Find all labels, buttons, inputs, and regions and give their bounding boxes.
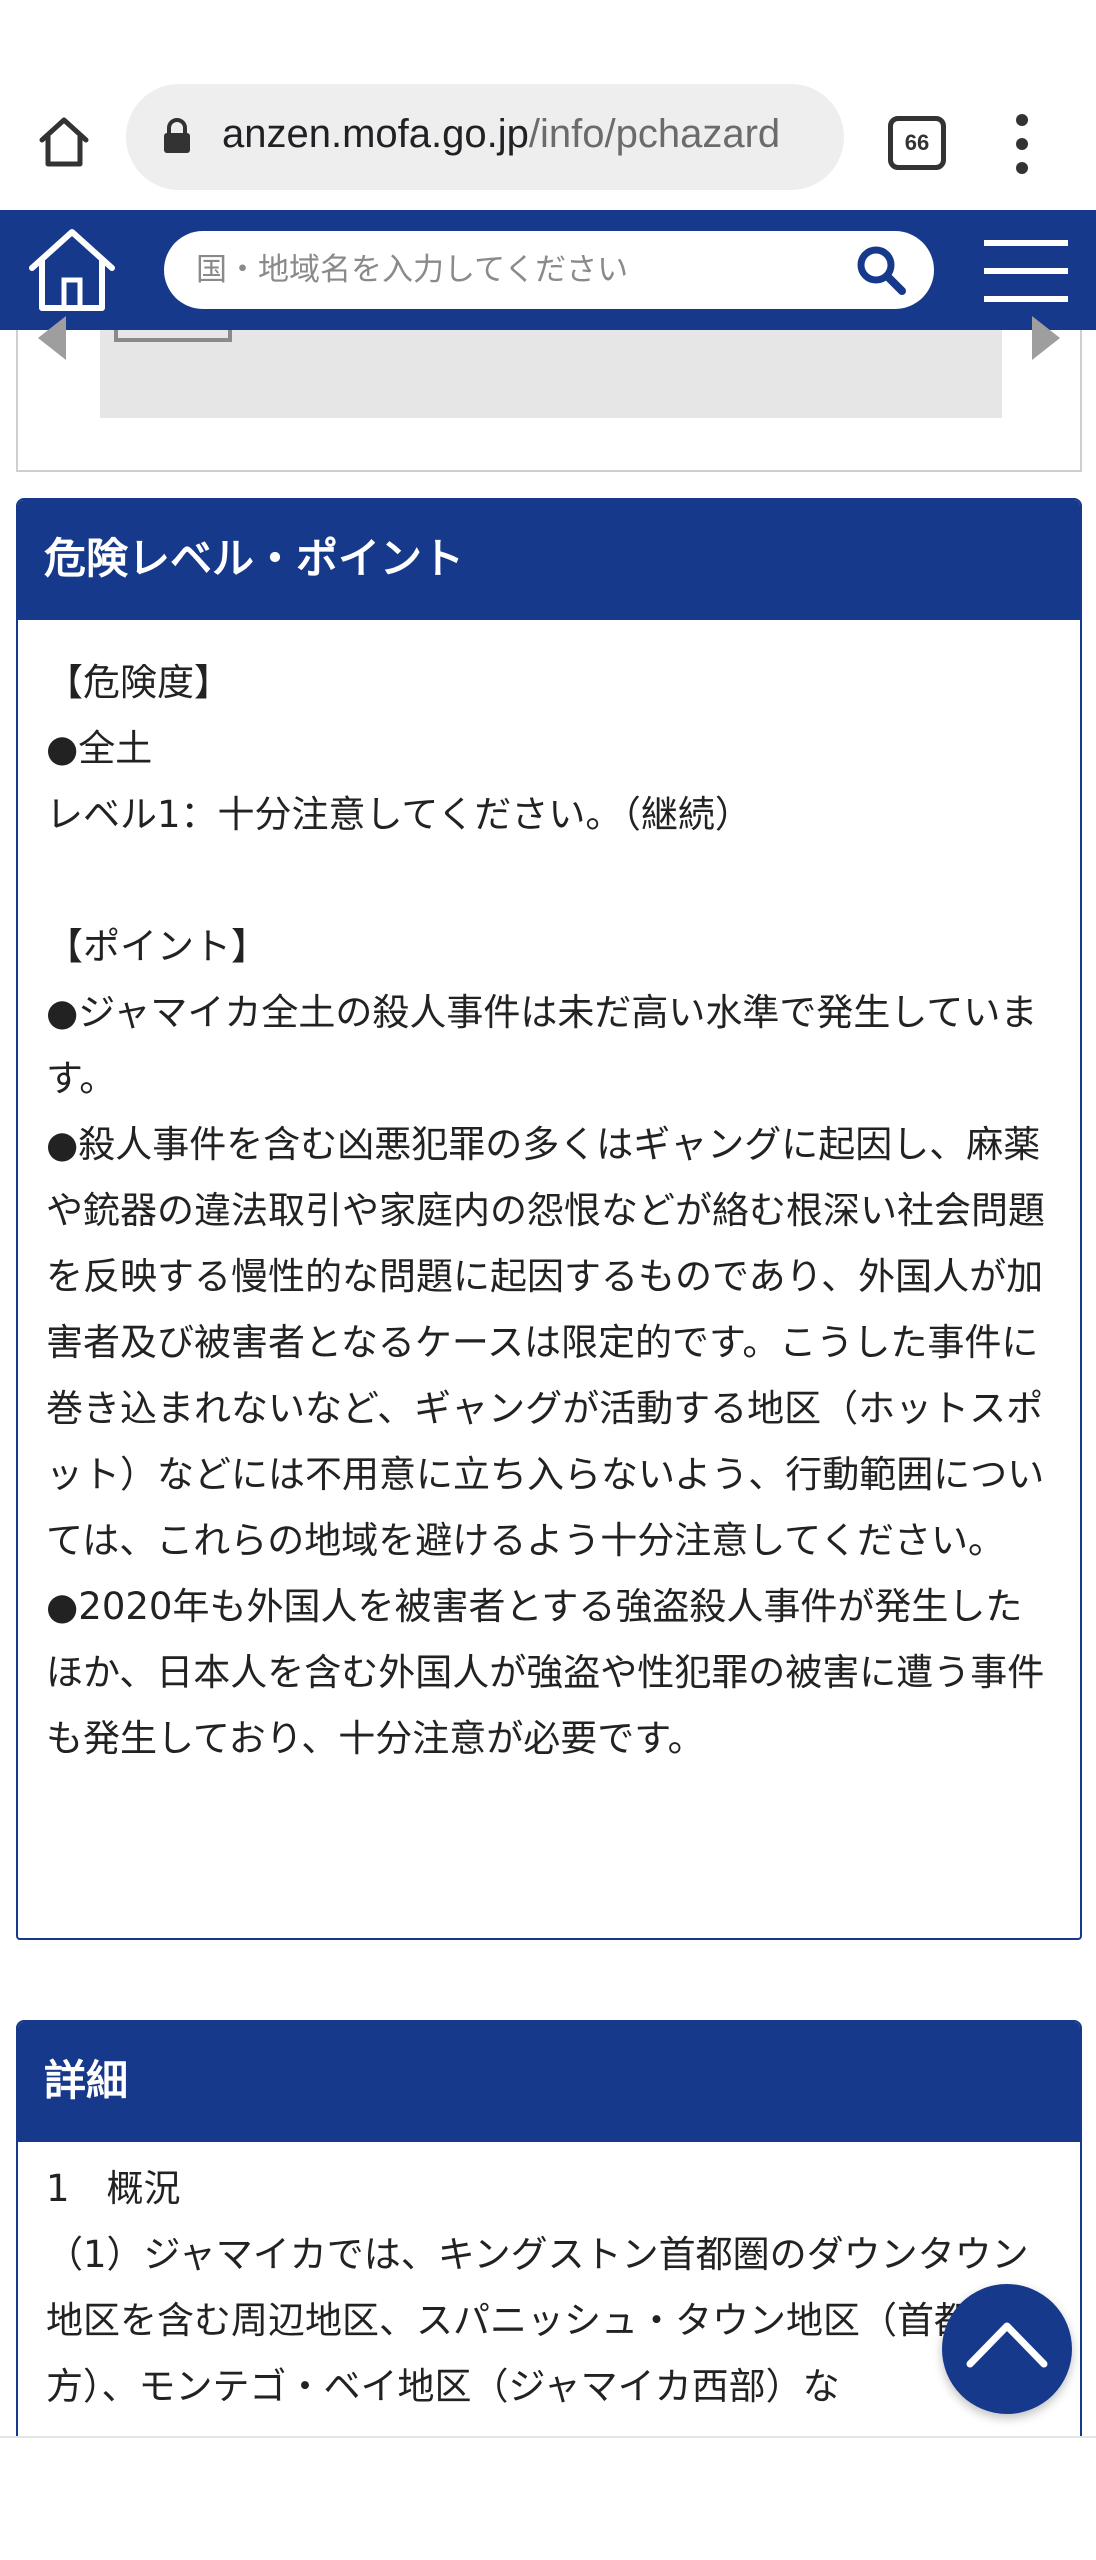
- dot-icon: [1016, 162, 1028, 174]
- details-heading: 1 概況: [46, 2167, 181, 2210]
- tab-count: 66: [904, 130, 930, 155]
- browser-menu-button[interactable]: [1002, 112, 1042, 176]
- bottom-bar: [0, 2436, 1096, 2560]
- menu-bar-icon: [984, 268, 1068, 274]
- risk-paragraph: 【ポイント】: [46, 925, 268, 968]
- browser-toolbar: anzen.mofa.go.jp/info/pchazard 66: [0, 82, 1096, 210]
- risk-paragraph: ●全土: [46, 727, 153, 770]
- risk-level-panel: 危険レベル・ポイント 【危険度】 ●全土 レベル1：十分注意してください。（継続…: [16, 498, 1082, 1940]
- carousel-next-icon[interactable]: [1032, 316, 1060, 360]
- menu-button[interactable]: [984, 240, 1068, 302]
- site-home-button[interactable]: [26, 224, 118, 316]
- home-icon: [29, 229, 115, 311]
- country-search-input[interactable]: [196, 245, 816, 295]
- risk-paragraph: レベル1：十分注意してください。（継続）: [46, 793, 752, 836]
- address-bar[interactable]: anzen.mofa.go.jp/info/pchazard: [126, 84, 844, 190]
- risk-paragraph: ●殺人事件を含む凶悪犯罪の多くはギャングに起因し、麻薬や銃器の違法取引や家庭内の…: [46, 1123, 1045, 1562]
- carousel-image: [100, 330, 1002, 418]
- menu-bar-icon: [984, 296, 1068, 302]
- dot-icon: [1016, 114, 1028, 126]
- lock-icon: [164, 118, 190, 153]
- menu-bar-icon: [984, 240, 1068, 246]
- carousel-prev-icon[interactable]: [38, 316, 66, 360]
- details-title: 詳細: [18, 2022, 1080, 2142]
- url-text: anzen.mofa.go.jp/info/pchazard: [222, 112, 822, 157]
- risk-paragraph: ●ジャマイカ全土の殺人事件は未だ高い水準で発生しています。: [46, 991, 1038, 1100]
- chevron-up-icon: [966, 2322, 1048, 2368]
- carousel-thumbnail[interactable]: [114, 330, 232, 342]
- image-carousel: [16, 316, 1082, 472]
- details-body: 1 概況 （1）ジャマイカでは、キングストン首都圏のダウンタウン地区を含む周辺地…: [18, 2142, 1080, 2420]
- country-search[interactable]: [164, 231, 934, 309]
- details-text: （1）ジャマイカでは、キングストン首都圏のダウンタウン地区を含む周辺地区、スパニ…: [46, 2233, 1045, 2408]
- url-host: anzen.mofa.go.jp: [222, 112, 529, 156]
- url-path: /info/pchazard: [528, 112, 781, 156]
- back-to-top-button[interactable]: [942, 2284, 1072, 2414]
- status-bar: [0, 0, 1096, 82]
- risk-paragraph: ●2020年も外国人を被害者とする強盗殺人事件が発生したほか、日本人を含む外国人…: [46, 1585, 1045, 1760]
- browser-home-button[interactable]: [28, 106, 100, 178]
- site-header: [0, 210, 1096, 330]
- search-icon[interactable]: [852, 241, 910, 299]
- home-icon: [39, 117, 89, 167]
- risk-paragraph: [46, 848, 1054, 914]
- risk-level-body: 【危険度】 ●全土 レベル1：十分注意してください。（継続） 【ポイント】 ●ジ…: [18, 620, 1080, 1772]
- tab-switcher-button[interactable]: 66: [888, 116, 946, 170]
- details-panel: 詳細 1 概況 （1）ジャマイカでは、キングストン首都圏のダウンタウン地区を含む…: [16, 2020, 1082, 2440]
- dot-icon: [1016, 138, 1028, 150]
- risk-level-title: 危険レベル・ポイント: [18, 500, 1080, 620]
- risk-paragraph: 【危険度】: [46, 661, 231, 704]
